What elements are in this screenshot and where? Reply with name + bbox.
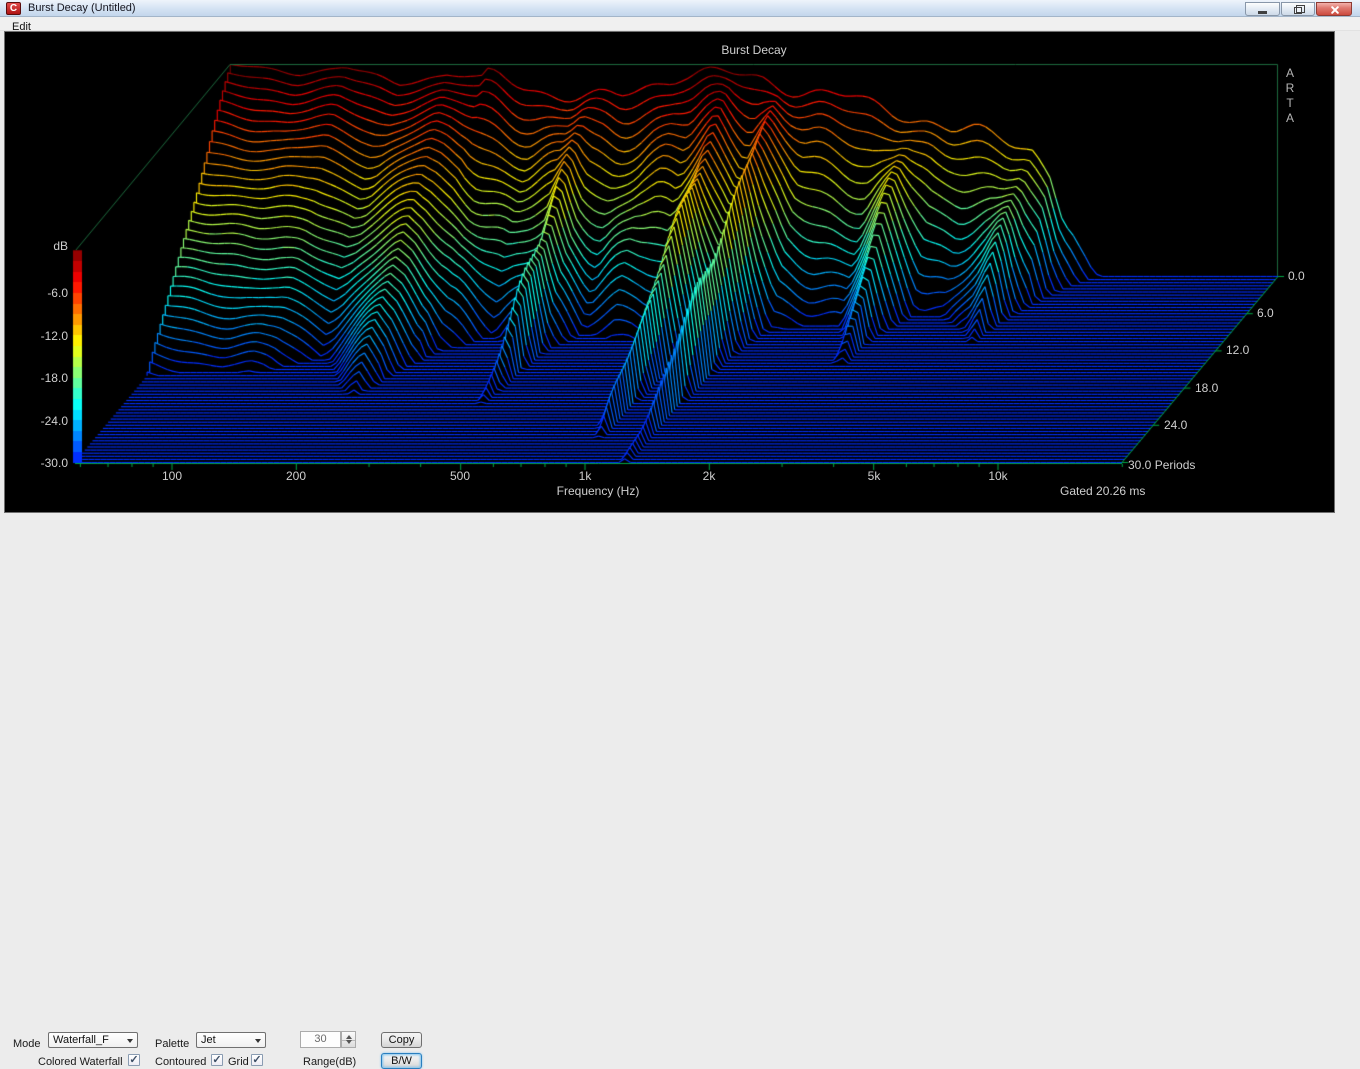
period-tick-6: 6.0 <box>1257 306 1274 320</box>
control-panel: Mode Waterfall_F Palette Jet 30 Copy Col… <box>0 513 1360 558</box>
freq-tick-500: 500 <box>440 469 480 483</box>
grid-checkbox[interactable] <box>251 1054 263 1066</box>
menu-bar: Edit <box>0 17 1360 31</box>
waterfall-canvas <box>4 31 1335 513</box>
mode-combobox[interactable]: Waterfall_F <box>48 1032 138 1048</box>
db-tick--24: -24.0 <box>18 414 68 428</box>
arta-watermark: A R T A <box>1283 66 1297 126</box>
close-icon <box>1330 5 1339 14</box>
minimize-icon <box>1258 11 1267 14</box>
bw-button[interactable]: B/W <box>381 1053 422 1069</box>
colored-waterfall-checkbox[interactable] <box>128 1054 140 1066</box>
chart-title: Burst Decay <box>654 43 854 57</box>
db-axis-unit: dB <box>18 239 68 253</box>
gated-label: Gated 20.26 ms <box>1060 484 1145 498</box>
x-axis-title: Frequency (Hz) <box>518 484 678 498</box>
freq-tick-10k: 10k <box>978 469 1018 483</box>
db-tick--18: -18.0 <box>18 371 68 385</box>
freq-tick-5k: 5k <box>854 469 894 483</box>
palette-value: Jet <box>201 1034 216 1046</box>
period-axis-end-label: 30.0 Periods <box>1128 458 1195 472</box>
range-db-spinner[interactable] <box>341 1031 356 1048</box>
palette-combobox[interactable]: Jet <box>196 1032 266 1048</box>
close-button[interactable] <box>1316 2 1352 16</box>
period-tick-18: 18.0 <box>1195 381 1218 395</box>
db-tick--30: -30.0 <box>18 456 68 470</box>
mode-value: Waterfall_F <box>53 1034 109 1046</box>
period-tick-12: 12.0 <box>1226 343 1249 357</box>
minimize-button[interactable] <box>1245 2 1280 16</box>
range-db-input[interactable]: 30 <box>300 1031 341 1048</box>
spin-up-icon <box>346 1035 352 1039</box>
contoured-checkbox[interactable] <box>211 1054 223 1066</box>
period-tick-24: 24.0 <box>1164 418 1187 432</box>
mode-label: Mode <box>13 1038 41 1050</box>
freq-tick-2k: 2k <box>689 469 729 483</box>
db-tick--12: -12.0 <box>18 329 68 343</box>
window-title: Burst Decay (Untitled) <box>28 2 136 14</box>
contoured-label: Contoured <box>155 1056 206 1068</box>
spin-down-icon <box>346 1040 352 1044</box>
restore-icon <box>1294 7 1302 14</box>
palette-label: Palette <box>155 1038 189 1050</box>
period-tick-0: 0.0 <box>1288 269 1305 283</box>
freq-tick-200: 200 <box>276 469 316 483</box>
title-bar[interactable]: C Burst Decay (Untitled) <box>0 0 1360 17</box>
freq-tick-100: 100 <box>152 469 192 483</box>
chevron-down-icon <box>255 1039 261 1043</box>
restore-button[interactable] <box>1281 2 1315 16</box>
range-db-label: Range(dB) <box>303 1056 356 1068</box>
freq-tick-1k: 1k <box>565 469 605 483</box>
grid-label: Grid <box>228 1056 249 1068</box>
chevron-down-icon <box>127 1039 133 1043</box>
copy-button[interactable]: Copy <box>381 1032 422 1048</box>
db-tick--6: -6.0 <box>18 286 68 300</box>
app-icon: C <box>6 2 21 15</box>
colored-waterfall-label: Colored Waterfall <box>38 1056 123 1068</box>
